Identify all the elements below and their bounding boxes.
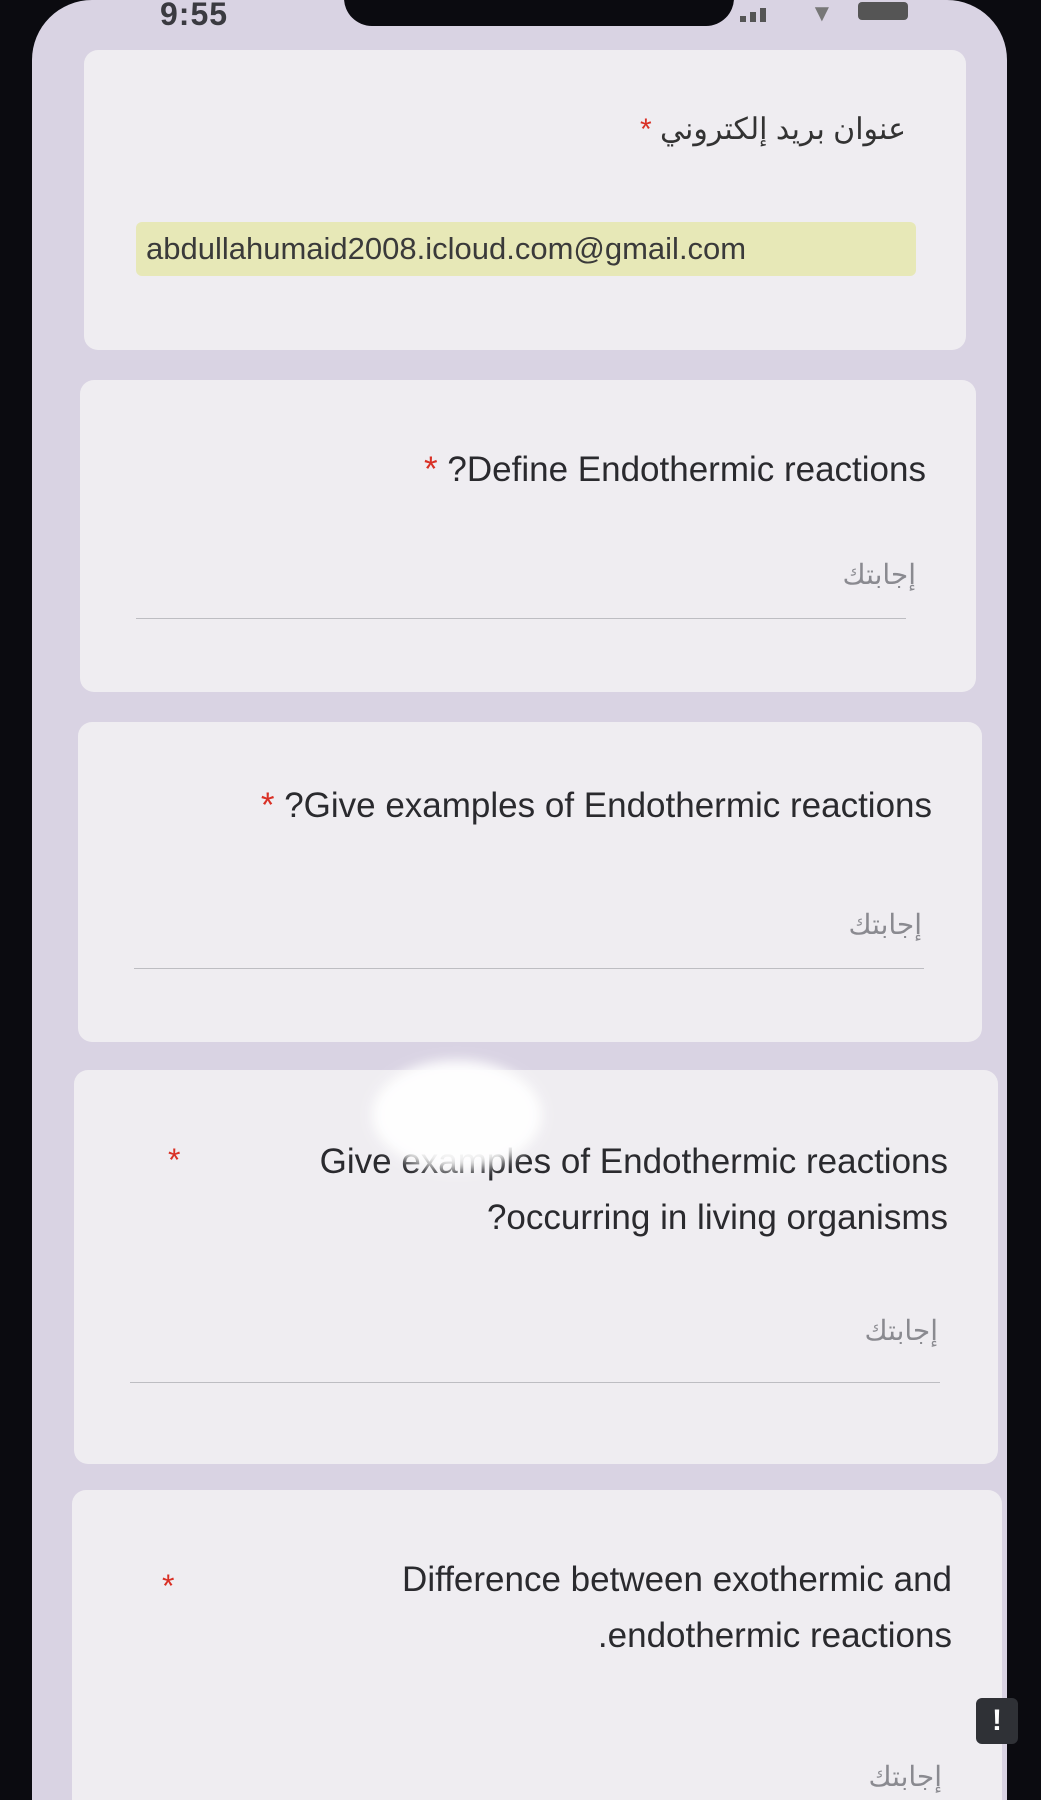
question-title-line1: Difference between exothermic and bbox=[402, 1560, 952, 1599]
answer-input[interactable]: إجابتك bbox=[869, 1760, 942, 1793]
answer-input[interactable]: إجابتك bbox=[843, 558, 916, 591]
required-asterisk: * bbox=[639, 113, 652, 146]
signal-icon bbox=[740, 6, 766, 22]
email-field[interactable]: abdullahumaid2008.icloud.com@gmail.com bbox=[136, 222, 916, 276]
email-label: عنوان بريد إلكتروني * bbox=[640, 112, 906, 147]
question-title-line2: .endothermic reactions bbox=[597, 1616, 952, 1655]
status-time: 9:55 bbox=[160, 0, 229, 32]
status-bar: 9:55 ▼ bbox=[32, 0, 1007, 40]
question-card: * Difference between exothermic and .end… bbox=[72, 1490, 1002, 1800]
question-title: * ?Give examples of Endothermic reaction… bbox=[261, 778, 932, 834]
answer-input[interactable]: إجابتك bbox=[849, 908, 922, 941]
question-card: * ?Define Endothermic reactions إجابتك bbox=[80, 380, 976, 692]
required-asterisk: * bbox=[260, 786, 275, 825]
answer-underline bbox=[136, 618, 906, 619]
question-title-line2: ?occurring in living organisms bbox=[486, 1198, 948, 1237]
report-problem-button[interactable]: ! bbox=[976, 1698, 1018, 1744]
question-title: * ?Define Endothermic reactions bbox=[424, 442, 926, 498]
email-card: عنوان بريد إلكتروني * abdullahumaid2008.… bbox=[84, 50, 966, 350]
email-label-text: عنوان بريد إلكتروني bbox=[660, 113, 906, 146]
required-asterisk: * bbox=[168, 1142, 181, 1178]
question-title: Difference between exothermic and .endot… bbox=[402, 1552, 952, 1664]
required-asterisk: * bbox=[162, 1568, 175, 1604]
phone-screen: 9:55 ▼ عنوان بريد إلكتروني * abdullahuma… bbox=[32, 0, 1007, 1800]
wifi-icon: ▼ bbox=[810, 0, 834, 27]
question-title-text: ?Define Endothermic reactions bbox=[447, 450, 926, 489]
battery-icon bbox=[858, 2, 908, 20]
question-title-text: ?Give examples of Endothermic reactions bbox=[284, 786, 932, 825]
answer-underline bbox=[130, 1382, 940, 1383]
question-card: * ?Give examples of Endothermic reaction… bbox=[78, 722, 982, 1042]
required-asterisk: * bbox=[424, 450, 438, 489]
screen-glare bbox=[372, 1060, 542, 1170]
phone-notch bbox=[344, 0, 734, 26]
answer-input[interactable]: إجابتك bbox=[865, 1314, 938, 1347]
answer-underline bbox=[134, 968, 924, 969]
